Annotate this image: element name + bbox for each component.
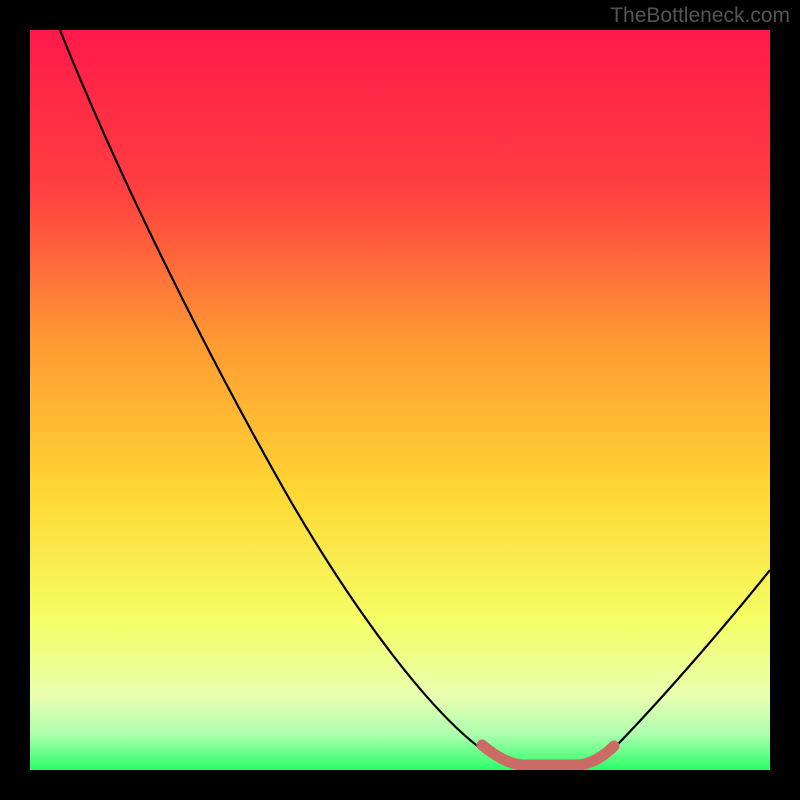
watermark-text: TheBottleneck.com — [610, 4, 790, 28]
chart-plot-area — [30, 30, 770, 770]
chart-svg — [30, 30, 770, 770]
gradient-background — [30, 30, 770, 770]
